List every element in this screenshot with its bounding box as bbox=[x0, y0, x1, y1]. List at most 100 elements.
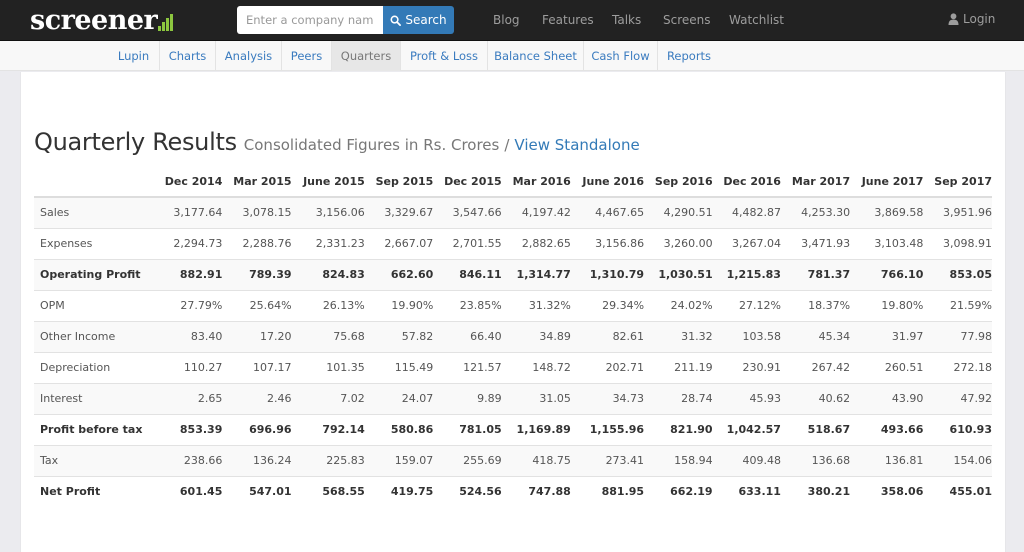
table-cell: 18.37% bbox=[780, 289, 851, 321]
nav-link-talks[interactable]: Talks bbox=[612, 13, 641, 27]
search-icon bbox=[390, 15, 402, 26]
table-cell: 747.88 bbox=[501, 475, 571, 507]
row-label: Interest bbox=[34, 382, 154, 414]
column-header: June 2017 bbox=[850, 167, 924, 198]
nav-link-screens[interactable]: Screens bbox=[663, 13, 711, 27]
table-cell: 272.18 bbox=[923, 351, 992, 383]
table-cell: 3,103.48 bbox=[850, 227, 924, 259]
tab-reports[interactable]: Reports bbox=[658, 41, 720, 71]
table-cell: 821.90 bbox=[644, 413, 713, 445]
table-cell: 1,155.96 bbox=[570, 413, 645, 445]
table-cell: 2,294.73 bbox=[154, 227, 223, 259]
table-cell: 17.20 bbox=[222, 320, 292, 352]
row-label: Sales bbox=[34, 196, 154, 228]
column-header: Mar 2016 bbox=[501, 167, 571, 198]
table-cell: 225.83 bbox=[291, 444, 365, 476]
table-cell: 3,156.06 bbox=[291, 196, 365, 228]
table-cell: 2,331.23 bbox=[291, 227, 365, 259]
company-search: Search bbox=[237, 6, 454, 34]
table-cell: 4,197.42 bbox=[501, 196, 571, 228]
table-cell: 2.46 bbox=[222, 382, 292, 414]
table-cell: 3,471.93 bbox=[780, 227, 851, 259]
tab-quarters[interactable]: Quarters bbox=[332, 41, 401, 71]
company-search-input[interactable] bbox=[237, 6, 383, 34]
table-cell: 7.02 bbox=[291, 382, 365, 414]
tab-analysis[interactable]: Analysis bbox=[216, 41, 282, 71]
table-cell: 31.05 bbox=[501, 382, 571, 414]
table-cell: 580.86 bbox=[364, 413, 434, 445]
table-cell: 43.90 bbox=[850, 382, 924, 414]
table-cell: 19.90% bbox=[364, 289, 434, 321]
tab-charts[interactable]: Charts bbox=[160, 41, 216, 71]
table-cell: 107.17 bbox=[222, 351, 292, 383]
column-header: Mar 2015 bbox=[222, 167, 292, 198]
table-cell: 419.75 bbox=[364, 475, 434, 507]
table-cell: 3,547.66 bbox=[433, 196, 502, 228]
table-cell: 121.57 bbox=[433, 351, 502, 383]
table-cell: 47.92 bbox=[923, 382, 992, 414]
table-cell: 493.66 bbox=[850, 413, 924, 445]
table-cell: 4,482.87 bbox=[712, 196, 781, 228]
screener-logo[interactable]: screener bbox=[30, 3, 174, 37]
column-header: June 2015 bbox=[291, 167, 365, 198]
table-cell: 202.71 bbox=[570, 351, 645, 383]
row-label: Net Profit bbox=[34, 475, 154, 507]
table-cell: 21.59% bbox=[923, 289, 992, 321]
search-button-label: Search bbox=[405, 13, 447, 27]
table-cell: 26.13% bbox=[291, 289, 365, 321]
row-label: OPM bbox=[34, 289, 154, 321]
search-button[interactable]: Search bbox=[383, 6, 454, 34]
table-cell: 28.74 bbox=[644, 382, 713, 414]
quarterly-results-table: Dec 2014 Mar 2015 June 2015 Sep 2015 Dec 201… bbox=[34, 167, 992, 507]
table-cell: 1,310.79 bbox=[570, 258, 645, 290]
table-row: Sales 3,177.64 3,078.15 3,156.06 3,329.67 3,5… bbox=[34, 196, 992, 228]
table-cell: 601.45 bbox=[154, 475, 223, 507]
tab-profit-loss[interactable]: Proft & Loss bbox=[401, 41, 488, 71]
table-cell: 83.40 bbox=[154, 320, 223, 352]
table-row: Tax 238.66 136.24 225.83 159.07 255.69 418.75 2… bbox=[34, 444, 992, 476]
table-cell: 789.39 bbox=[222, 258, 292, 290]
row-label: Other Income bbox=[34, 320, 154, 352]
table-cell: 24.07 bbox=[364, 382, 434, 414]
column-header: Sep 2017 bbox=[923, 167, 992, 198]
tab-lupin[interactable]: Lupin bbox=[108, 41, 160, 71]
table-cell: 518.67 bbox=[780, 413, 851, 445]
table-cell: 696.96 bbox=[222, 413, 292, 445]
table-cell: 136.24 bbox=[222, 444, 292, 476]
nav-link-watchlist[interactable]: Watchlist bbox=[729, 13, 784, 27]
table-cell: 3,951.96 bbox=[923, 196, 992, 228]
table-cell: 103.58 bbox=[712, 320, 781, 352]
tab-balance-sheet[interactable]: Balance Sheet bbox=[488, 41, 584, 71]
table-cell: 158.94 bbox=[644, 444, 713, 476]
login-link[interactable]: Login bbox=[948, 12, 995, 26]
table-cell: 3,098.91 bbox=[923, 227, 992, 259]
row-label: Tax bbox=[34, 444, 154, 476]
table-cell: 568.55 bbox=[291, 475, 365, 507]
page-subtitle: Consolidated Figures in Rs. Crores bbox=[243, 136, 500, 154]
table-cell: 2.65 bbox=[154, 382, 223, 414]
header-label-column bbox=[34, 167, 154, 198]
bar-chart-icon bbox=[158, 14, 174, 31]
table-cell: 4,467.65 bbox=[570, 196, 645, 228]
tab-cash-flow[interactable]: Cash Flow bbox=[584, 41, 658, 71]
table-cell: 40.62 bbox=[780, 382, 851, 414]
table-cell: 662.19 bbox=[644, 475, 713, 507]
column-header: June 2016 bbox=[570, 167, 645, 198]
table-cell: 66.40 bbox=[433, 320, 502, 352]
table-cell: 881.95 bbox=[570, 475, 645, 507]
table-cell: 3,260.00 bbox=[644, 227, 713, 259]
table-row: Operating Profit 882.91 789.39 824.83 662.60… bbox=[34, 258, 992, 290]
view-standalone-link[interactable]: View Standalone bbox=[514, 136, 639, 154]
nav-link-features[interactable]: Features bbox=[542, 13, 594, 27]
heading-separator: / bbox=[504, 136, 510, 154]
table-cell: 781.05 bbox=[433, 413, 502, 445]
table-row: Profit before tax 853.39 696.96 792.14 580.8… bbox=[34, 413, 992, 445]
table-row: Interest 2.65 2.46 7.02 24.07 9.89 31.05 34.73 2… bbox=[34, 382, 992, 414]
tab-peers[interactable]: Peers bbox=[282, 41, 332, 71]
column-header: Sep 2016 bbox=[644, 167, 713, 198]
table-cell: 230.91 bbox=[712, 351, 781, 383]
table-cell: 31.97 bbox=[850, 320, 924, 352]
nav-link-blog[interactable]: Blog bbox=[493, 13, 520, 27]
column-header: Dec 2014 bbox=[154, 167, 223, 198]
login-label: Login bbox=[963, 12, 996, 26]
